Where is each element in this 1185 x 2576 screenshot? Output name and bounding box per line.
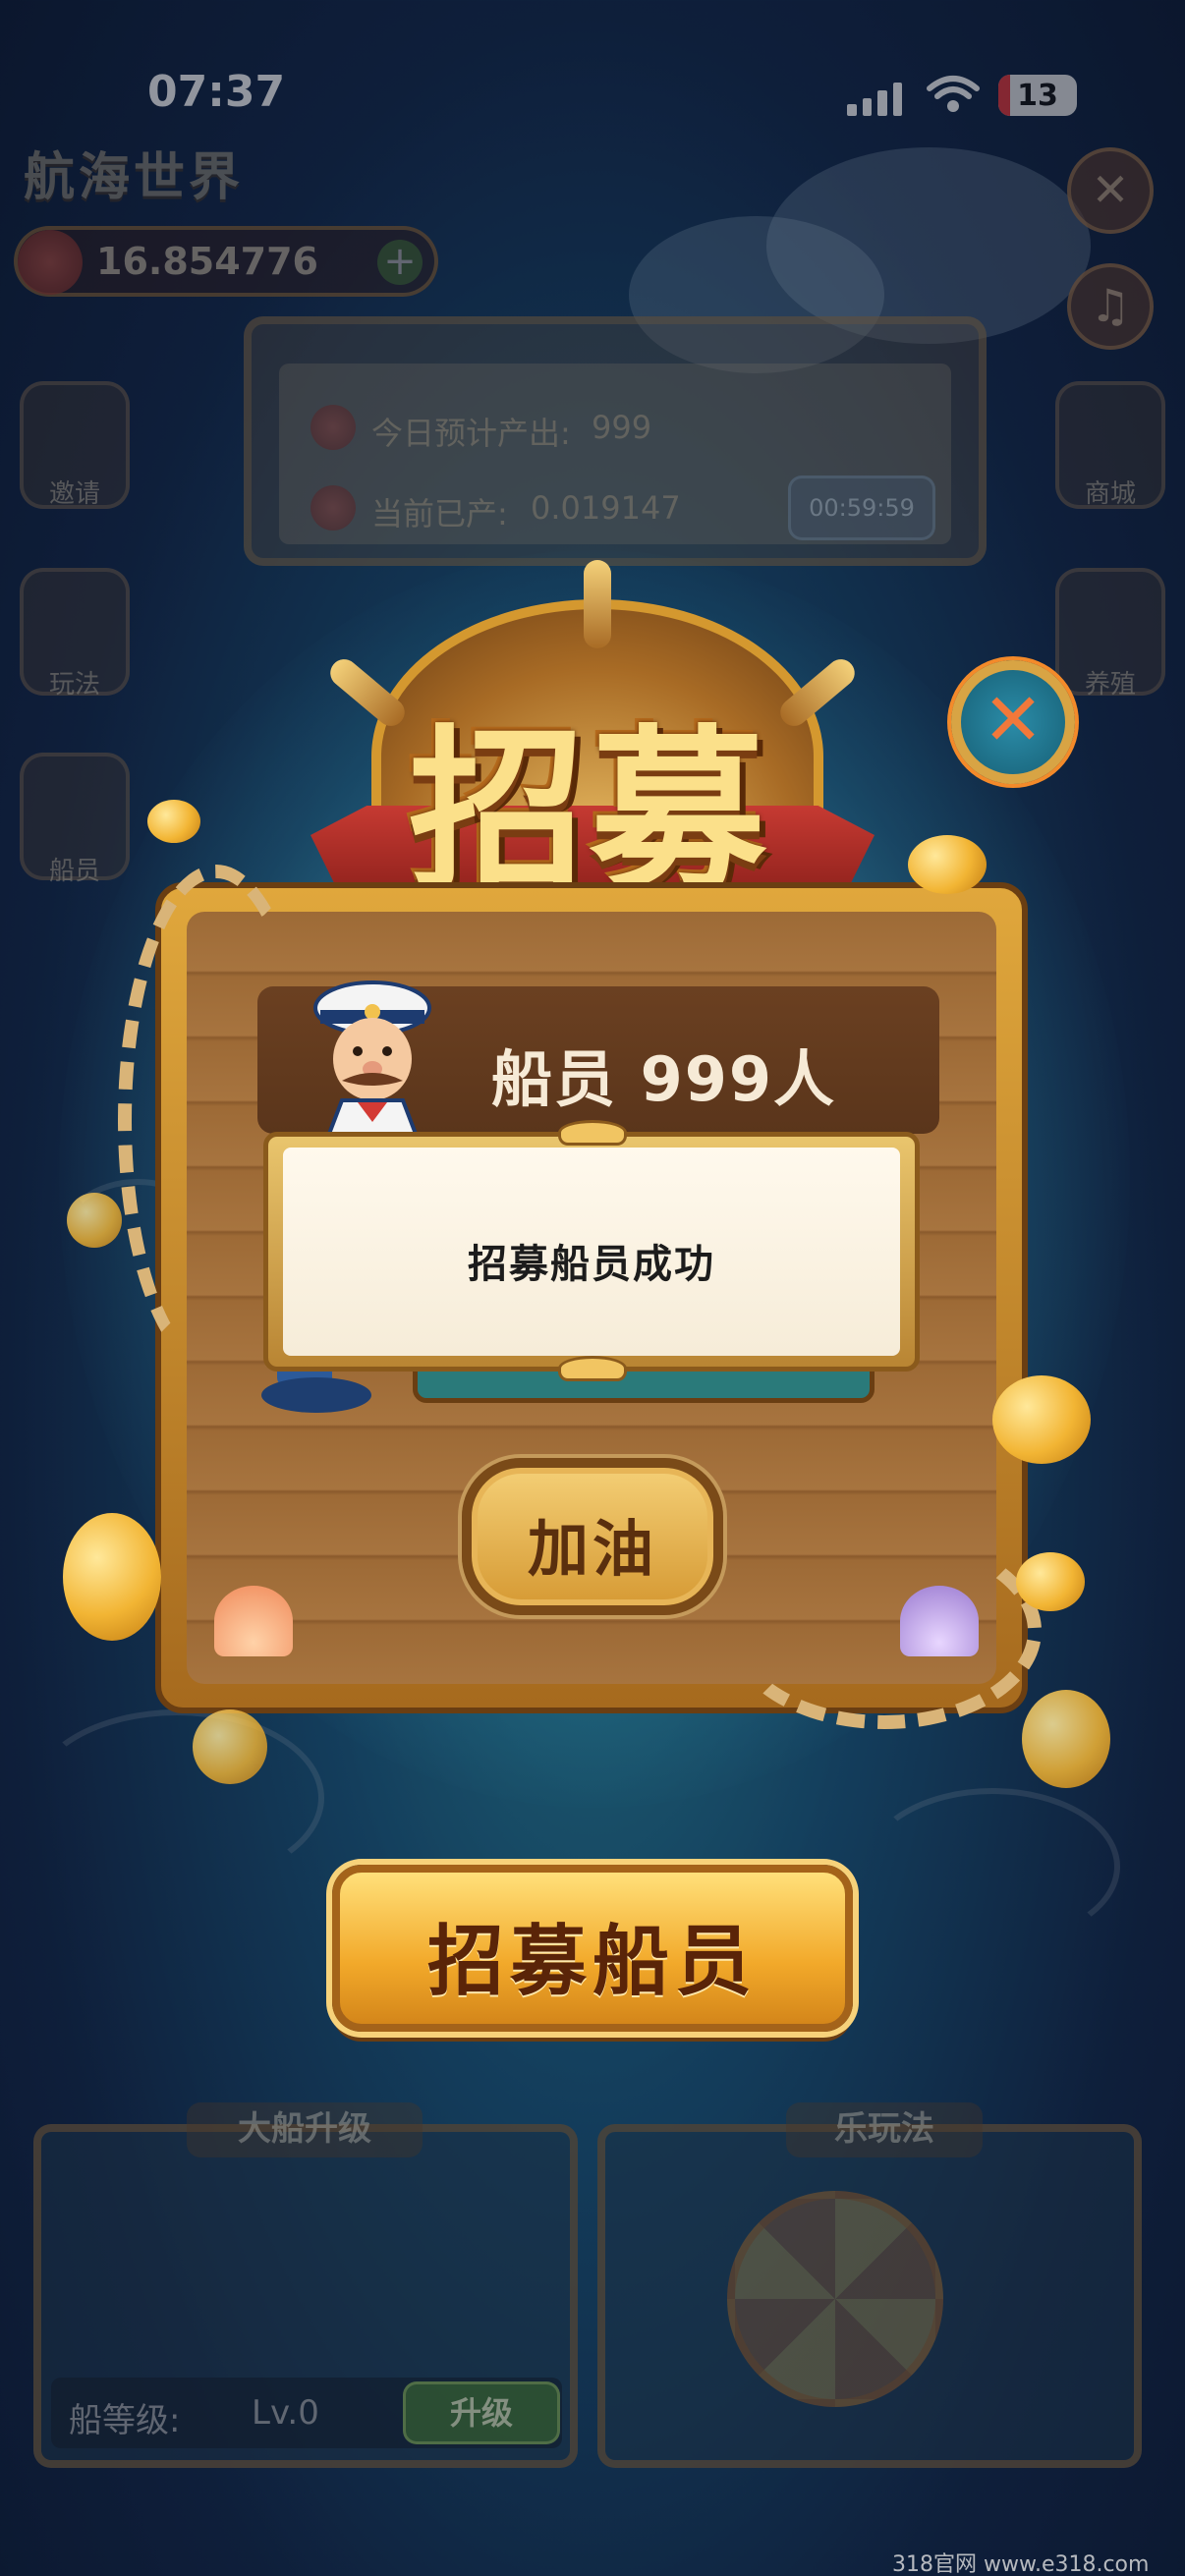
gold-coin-decoration [63, 1513, 161, 1641]
seashell-decoration [900, 1586, 979, 1656]
ship-wheel-handle [584, 560, 611, 648]
rope-decoration [727, 1533, 1042, 1729]
sailor-avatar [313, 980, 431, 1142]
shell-ornament [558, 1120, 627, 1146]
gold-coin-decoration [1016, 1552, 1085, 1611]
watermark: 318官网 www.e318.com [892, 2552, 1150, 2576]
seashell-decoration [214, 1586, 293, 1656]
gold-coin-decoration [992, 1375, 1091, 1464]
gold-coin-decoration [908, 835, 987, 894]
toast-message: 招募船员成功 [468, 1242, 715, 1287]
modal-close-button[interactable]: ✕ [951, 660, 1075, 784]
close-icon: ✕ [982, 678, 1044, 762]
shell-ornament [558, 1356, 627, 1381]
recruit-crew-button-label: 招募船员 [426, 1918, 758, 2006]
fuel-button-label: 加油 [527, 1513, 657, 1585]
gold-coin-decoration [193, 1709, 267, 1784]
gold-coin-decoration [1022, 1690, 1110, 1788]
gold-coin-decoration [147, 800, 200, 843]
gold-coin-decoration [67, 1193, 122, 1248]
crew-count: 船员 999人 [491, 1043, 837, 1115]
